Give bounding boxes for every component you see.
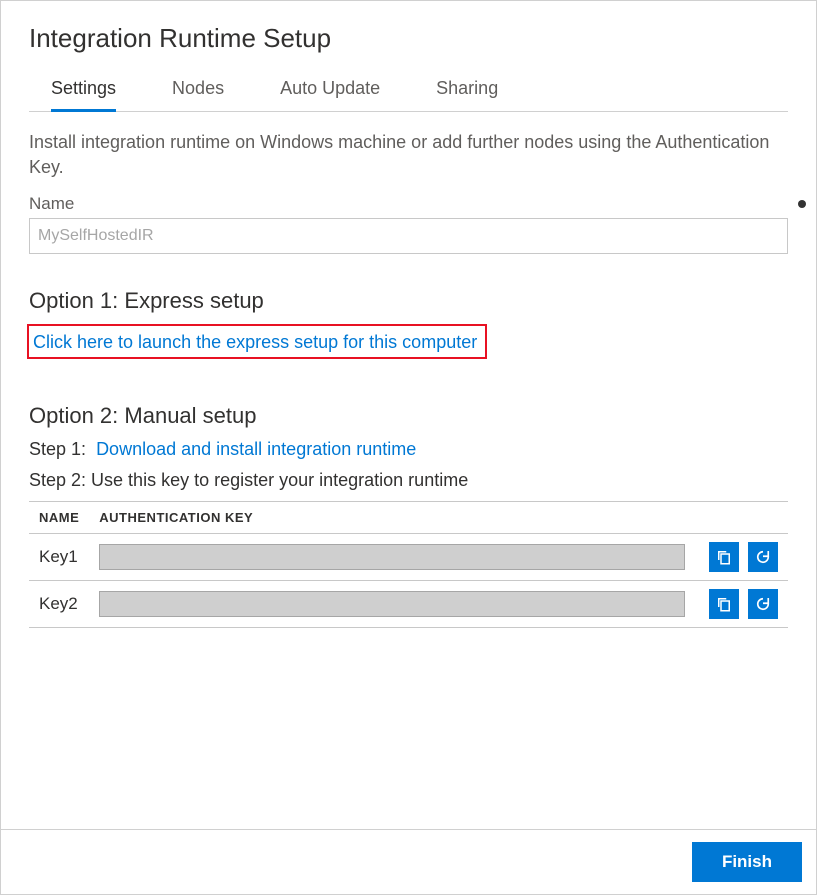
page-title: Integration Runtime Setup — [29, 23, 788, 54]
express-setup-link[interactable]: Click here to launch the express setup f… — [33, 332, 477, 352]
option2-heading: Option 2: Manual setup — [29, 403, 788, 429]
copy-icon — [715, 595, 733, 613]
copy-key-button[interactable] — [709, 589, 739, 619]
auth-key-table: NAME AUTHENTICATION KEY Key1 — [29, 501, 788, 628]
col-name: NAME — [29, 502, 89, 534]
intro-text: Install integration runtime on Windows m… — [29, 130, 788, 180]
col-auth-key: AUTHENTICATION KEY — [89, 502, 695, 534]
info-icon[interactable] — [798, 200, 806, 208]
step2-label: Step 2: Use this key to register your in… — [29, 470, 788, 491]
refresh-key-button[interactable] — [748, 542, 778, 572]
tab-bar: Settings Nodes Auto Update Sharing — [29, 72, 788, 112]
key-value-masked — [99, 591, 685, 617]
table-row: Key2 — [29, 581, 788, 628]
refresh-key-button[interactable] — [748, 589, 778, 619]
tab-auto-update[interactable]: Auto Update — [280, 72, 380, 112]
table-row: Key1 — [29, 534, 788, 581]
refresh-icon — [754, 595, 772, 613]
step1-label: Step 1: — [29, 439, 86, 459]
option1-heading: Option 1: Express setup — [29, 288, 788, 314]
name-input[interactable] — [29, 218, 788, 254]
copy-icon — [715, 548, 733, 566]
key-value-masked — [99, 544, 685, 570]
copy-key-button[interactable] — [709, 542, 739, 572]
tab-sharing[interactable]: Sharing — [436, 72, 498, 112]
finish-button[interactable]: Finish — [692, 842, 802, 882]
key-name: Key2 — [29, 581, 89, 628]
tab-nodes[interactable]: Nodes — [172, 72, 224, 112]
name-label: Name — [29, 194, 74, 214]
footer: Finish — [1, 829, 816, 894]
express-setup-highlight: Click here to launch the express setup f… — [27, 324, 487, 359]
refresh-icon — [754, 548, 772, 566]
key-name: Key1 — [29, 534, 89, 581]
download-runtime-link[interactable]: Download and install integration runtime — [96, 439, 416, 459]
tab-settings[interactable]: Settings — [51, 72, 116, 112]
